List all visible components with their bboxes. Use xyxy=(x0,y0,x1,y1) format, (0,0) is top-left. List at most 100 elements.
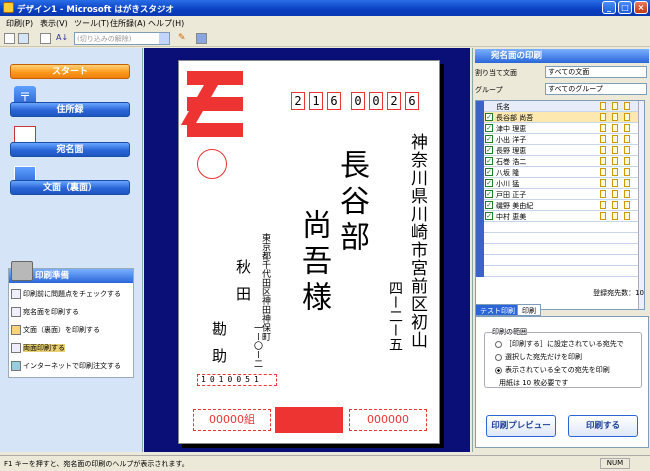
num-lock-indicator: NUM xyxy=(600,458,630,469)
assigned-select[interactable]: すべての文面 xyxy=(545,66,647,78)
zip-digit-2: 1 xyxy=(309,92,323,110)
menu-tools[interactable]: ツール(T) xyxy=(74,18,109,29)
new-icon[interactable] xyxy=(4,33,15,44)
recipient-count: 登録宛先数：10 xyxy=(593,289,644,297)
radio-selected[interactable]: 選択した宛先だけを印刷 xyxy=(495,352,582,362)
print-button[interactable]: 印刷する xyxy=(568,415,638,437)
table-row[interactable]: ✓ 小川 猛 xyxy=(476,178,644,189)
print-item-order[interactable]: インターネットで印刷注文する xyxy=(11,361,121,371)
empty-row xyxy=(476,244,644,255)
lottery-number-left: 00000組 xyxy=(193,409,271,431)
app-icon xyxy=(3,2,14,13)
save-icon[interactable] xyxy=(18,33,29,44)
address-book-button[interactable]: 住所録 xyxy=(10,102,130,117)
print-checkbox[interactable]: ✓ xyxy=(485,113,493,121)
list-header: 氏名 xyxy=(476,101,644,112)
empty-row xyxy=(476,222,644,233)
print-checkbox[interactable]: ✓ xyxy=(485,135,493,143)
minimize-button[interactable]: _ xyxy=(602,1,616,14)
radio-print-flag[interactable]: ［印刷する］に設定されている宛先で xyxy=(495,339,624,349)
menu-help[interactable]: ヘルプ(H) xyxy=(148,18,184,29)
range-group: ［印刷する］に設定されている宛先で 選択した宛先だけを印刷 表示されている全ての… xyxy=(484,332,642,388)
crop-combo-text: (切り込みの解除) xyxy=(77,35,132,43)
print-pane-title: 宛名面の印刷 xyxy=(475,49,649,63)
joint-col-icon xyxy=(612,102,618,110)
design-canvas: 2 1 6 0 0 2 6 神奈川県川崎市宮前区初山 四ー二ー五 長谷部 尚吾様… xyxy=(144,48,470,452)
print-checkbox[interactable]: ✓ xyxy=(485,212,493,220)
group-select[interactable]: すべてのグループ xyxy=(545,83,647,95)
close-button[interactable]: × xyxy=(634,1,648,14)
menu-address[interactable]: 住所録(A) xyxy=(110,18,146,29)
print-checkbox[interactable]: ✓ xyxy=(485,190,493,198)
stamp-graphic xyxy=(180,71,243,137)
zip-digit-3: 6 xyxy=(327,92,341,110)
message-small-icon xyxy=(11,325,21,335)
print-item-duplex[interactable]: 両面印刷する xyxy=(11,343,65,353)
table-row[interactable]: ✓ 石巻 浩二 xyxy=(476,156,644,167)
checklist-icon xyxy=(11,289,21,299)
table-row[interactable]: ✓ 津中 理恵 xyxy=(476,123,644,134)
table-row[interactable]: ✓ 長野 理恵 xyxy=(476,145,644,156)
print-tab-body: 印刷の範囲 ［印刷する］に設定されている宛先で 選択した宛先だけを印刷 表示され… xyxy=(475,316,649,448)
tab-print[interactable]: 印刷 xyxy=(517,304,541,316)
print-checkbox[interactable]: ✓ xyxy=(485,124,493,132)
table-row[interactable]: ✓ 磯野 美由紀 xyxy=(476,200,644,211)
column-name: 氏名 xyxy=(496,103,510,111)
print-checkbox[interactable]: ✓ xyxy=(485,201,493,209)
print-checkbox[interactable]: ✓ xyxy=(485,146,493,154)
extra-col-icon xyxy=(624,102,630,110)
printer-icon xyxy=(11,261,33,281)
menu-bar: 印刷(P) 表示(V) ツール(T) 住所録(A) ヘルプ(H) xyxy=(0,16,650,30)
zip-digit-1: 2 xyxy=(291,92,305,110)
print-preview-button[interactable]: 印刷プレビュー xyxy=(486,415,556,437)
toolbar: A↓ (切り込みの解除) ✎ xyxy=(0,30,650,47)
print-item-address[interactable]: 宛名面を印刷する xyxy=(11,307,79,317)
paint-icon[interactable]: ✎ xyxy=(178,33,189,44)
menu-print[interactable]: 印刷(P) xyxy=(6,18,33,29)
chevron-down-icon xyxy=(159,33,169,44)
postmark-icon xyxy=(197,149,227,179)
crop-combo[interactable]: (切り込みの解除) xyxy=(74,32,170,45)
sender-zip: 1010051 xyxy=(197,374,277,386)
start-button[interactable]: スタート xyxy=(10,64,130,79)
internet-icon xyxy=(11,361,21,371)
print-checkbox[interactable]: ✓ xyxy=(485,168,493,176)
print-checkbox[interactable]: ✓ xyxy=(485,179,493,187)
sender-address-2: 一ー〇ー二 xyxy=(252,323,262,368)
print-prep-panel: 印刷準備 印刷前に問題点をチェックする 宛名面を印刷する 文面（裏面）を印刷する… xyxy=(8,261,134,378)
lottery-number-right: 000000 xyxy=(349,409,427,431)
recipient-list: 氏名 ✓ 長谷部 尚吾 ✓ 津中 理恵 ✓ 小出 洋子 ✓ 長野 理恵 ✓ 石巻 浩二 ✓… xyxy=(475,100,645,310)
layout-icon[interactable] xyxy=(196,33,207,44)
title-bar: デザイン1 - Microsoft はがきスタジオ _ □ × xyxy=(0,0,650,16)
table-row[interactable]: ✓ 長谷部 尚吾 xyxy=(476,112,644,123)
address-side-button[interactable]: 宛名面 xyxy=(10,142,130,157)
tab-test-print[interactable]: テスト印刷 xyxy=(475,304,520,316)
window-title: デザイン1 - Microsoft はがきスタジオ xyxy=(17,5,174,15)
print-checkbox[interactable]: ✓ xyxy=(485,157,493,165)
empty-row xyxy=(476,255,644,266)
table-row[interactable]: ✓ 戸田 正子 xyxy=(476,189,644,200)
message-side-button[interactable]: 文面（裏面） xyxy=(10,180,130,195)
postcard-preview[interactable]: 2 1 6 0 0 2 6 神奈川県川崎市宮前区初山 四ー二ー五 長谷部 尚吾様… xyxy=(178,60,440,444)
radio-all-shown[interactable]: 表示されている全ての宛先を印刷 xyxy=(495,365,610,375)
page-icon[interactable] xyxy=(40,33,51,44)
paper-note: 用紙は 10 枚必要です xyxy=(499,379,569,387)
table-row[interactable]: ✓ 八坂 隆 xyxy=(476,167,644,178)
postcard-small-icon xyxy=(11,307,21,317)
list-scrollbar[interactable] xyxy=(638,101,644,309)
zip-digit-4: 0 xyxy=(351,92,365,110)
print-item-check[interactable]: 印刷前に問題点をチェックする xyxy=(11,289,121,299)
table-row[interactable]: ✓ 中村 恵美 xyxy=(476,211,644,222)
sort-icon[interactable]: A↓ xyxy=(56,33,68,44)
recipient-name-given: 尚吾様 xyxy=(296,209,331,317)
maximize-button[interactable]: □ xyxy=(618,1,632,14)
bottom-stamp-graphic xyxy=(275,407,343,433)
assigned-label: 割り当て文面 xyxy=(475,69,517,77)
print-item-message[interactable]: 文面（裏面）を印刷する xyxy=(11,325,100,335)
table-row[interactable]: ✓ 小出 洋子 xyxy=(476,134,644,145)
empty-row xyxy=(476,233,644,244)
empty-row xyxy=(476,266,644,277)
sender-name-surname: 秋田 xyxy=(234,259,252,313)
recipient-name-surname: 長谷部 xyxy=(334,149,369,257)
menu-view[interactable]: 表示(V) xyxy=(40,18,68,29)
